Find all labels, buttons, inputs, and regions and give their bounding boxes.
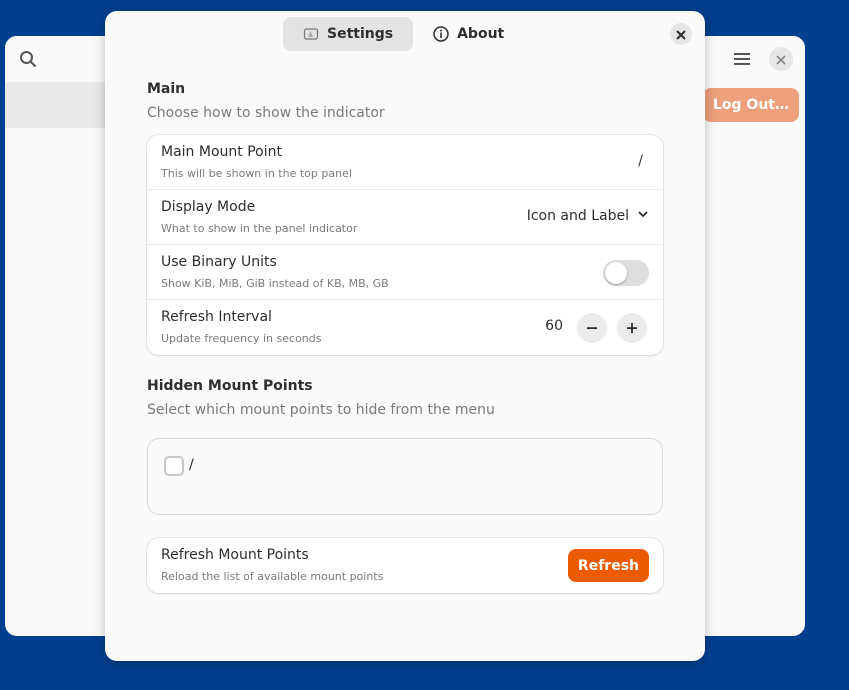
main-mount-point-row[interactable]: Main Mount Point This will be shown in t… (147, 135, 663, 190)
display-mode-value: Icon and Label (526, 208, 629, 224)
background-selected-row (5, 82, 105, 128)
decrement-button[interactable] (577, 313, 607, 343)
main-section-subtitle: Choose how to show the indicator (147, 105, 385, 121)
hidden-mount-points-list: / (147, 438, 663, 515)
binary-units-toggle[interactable] (603, 260, 649, 286)
tab-about[interactable]: About (413, 17, 524, 51)
hidden-section-title: Hidden Mount Points (147, 378, 313, 394)
refresh-mount-points-card: Refresh Mount Points Reload the list of … (147, 538, 663, 593)
binary-units-subtitle: Show KiB, MiB, GiB instead of KB, MB, GB (161, 277, 389, 290)
tab-bar: Settings About (283, 17, 524, 51)
hamburger-menu-icon[interactable] (733, 51, 751, 67)
close-icon (776, 50, 786, 69)
search-icon[interactable] (19, 50, 37, 68)
main-mount-point-subtitle: This will be shown in the top panel (161, 167, 352, 180)
info-icon (433, 26, 449, 42)
close-icon (676, 25, 686, 44)
logout-button[interactable]: Log Out… (703, 88, 799, 122)
refresh-button[interactable]: Refresh (567, 549, 649, 582)
main-mount-point-title: Main Mount Point (161, 144, 282, 160)
increment-button[interactable] (617, 313, 647, 343)
refresh-mount-points-row: Refresh Mount Points Reload the list of … (147, 538, 663, 593)
refresh-interval-row: Refresh Interval Update frequency in sec… (147, 300, 663, 355)
binary-units-row[interactable]: Use Binary Units Show KiB, MiB, GiB inst… (147, 245, 663, 300)
mount-point-checkbox[interactable] (164, 456, 184, 476)
refresh-mount-points-subtitle: Reload the list of available mount point… (161, 570, 384, 583)
binary-units-title: Use Binary Units (161, 254, 277, 270)
display-mode-title: Display Mode (161, 199, 256, 215)
tab-settings[interactable]: Settings (283, 17, 414, 51)
plus-icon (626, 319, 638, 338)
hidden-section-subtitle: Select which mount points to hide from t… (147, 402, 495, 418)
refresh-interval-value[interactable]: 60 (545, 318, 563, 334)
display-mode-row[interactable]: Display Mode What to show in the panel i… (147, 190, 663, 245)
main-mount-point-value: / (638, 153, 643, 169)
preferences-dialog: Settings About Main Choose how to show t… (105, 11, 705, 661)
tab-settings-label: Settings (327, 26, 394, 42)
preferences-icon (303, 26, 319, 42)
minus-icon (586, 319, 598, 338)
refresh-mount-points-title: Refresh Mount Points (161, 547, 309, 563)
main-settings-card: Main Mount Point This will be shown in t… (147, 135, 663, 355)
mount-point-label: / (189, 457, 194, 473)
tab-about-label: About (457, 26, 505, 42)
display-mode-dropdown[interactable]: Icon and Label (527, 208, 649, 224)
toggle-knob (605, 262, 627, 284)
chevron-down-icon (637, 208, 649, 224)
display-mode-subtitle: What to show in the panel indicator (161, 222, 358, 235)
refresh-interval-title: Refresh Interval (161, 309, 272, 325)
background-close-button[interactable] (769, 47, 793, 71)
refresh-interval-subtitle: Update frequency in seconds (161, 332, 322, 345)
dialog-close-button[interactable] (670, 23, 692, 45)
main-section-title: Main (147, 81, 186, 97)
